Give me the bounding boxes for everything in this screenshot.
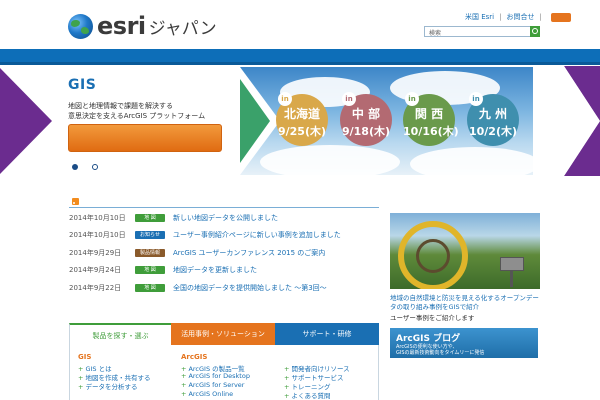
event-region: 北海道 xyxy=(283,107,320,121)
in-badge: in xyxy=(469,92,483,106)
tab-products[interactable]: 製品を探す・選ぶ xyxy=(69,323,171,345)
event-region: 中 部 xyxy=(351,107,381,121)
news-date: 2014年9月29日 xyxy=(69,249,122,257)
tab-solutions[interactable]: 活用事例・ソリューション xyxy=(171,323,275,345)
column-link[interactable]: データを分析する xyxy=(78,381,137,391)
event-date: 10/2(木) xyxy=(468,125,518,138)
event-circle-kyushu[interactable]: in 九 州 10/2(木) xyxy=(467,92,519,146)
case-study-photo[interactable] xyxy=(390,213,540,289)
search-icon[interactable] xyxy=(530,26,540,37)
event-region: 関 西 xyxy=(414,107,444,121)
news-title-link[interactable]: ArcGIS ユーザーカンファレンス 2015 のご案内 xyxy=(173,248,325,258)
event-date: 9/25(木) xyxy=(277,125,327,138)
contact-link[interactable]: お問合せ xyxy=(506,12,534,22)
news-tag: 製品情報 xyxy=(135,249,165,257)
top-links: 米国 Esri | お問合せ | xyxy=(465,12,571,22)
sign-post xyxy=(510,271,513,287)
news-date: 2014年9月24日 xyxy=(69,266,122,274)
event-circle-hokkaido[interactable]: in 北海道 9/25(木) xyxy=(276,92,328,146)
carousel-prev-arrow[interactable] xyxy=(0,68,52,174)
divider: | xyxy=(499,13,502,21)
in-badge: in xyxy=(405,92,419,106)
column-heading-arcgis: ArcGIS xyxy=(181,353,208,361)
news-item[interactable]: 2014年10月10日 地 図 新しい地図データを公開しました xyxy=(69,212,379,224)
case-study-link[interactable]: 地域の自然環境と防災を見える化するオープンデータの取り組み事例をGISで紹介 xyxy=(390,294,540,312)
hero-line-1: 地図と地理情報で課題を解決する xyxy=(68,102,173,110)
search-box[interactable]: 検索 xyxy=(424,26,540,37)
hero-title: GIS xyxy=(68,77,97,93)
search-input[interactable]: 検索 xyxy=(429,28,441,37)
news-tag: 地 図 xyxy=(135,214,165,222)
wheel-hub xyxy=(416,239,450,273)
news-date: 2014年10月10日 xyxy=(69,231,126,239)
cloud xyxy=(410,147,533,175)
cloud xyxy=(260,145,400,175)
news-item[interactable]: 2014年9月29日 製品情報 ArcGIS ユーザーカンファレンス 2015 … xyxy=(69,247,379,259)
carousel-dot-1[interactable] xyxy=(72,164,78,170)
in-badge: in xyxy=(278,92,292,106)
banner-arrow-shape xyxy=(240,67,280,175)
logo-word: esri xyxy=(97,12,146,40)
in-badge: in xyxy=(342,92,356,106)
us-esri-link[interactable]: 米国 Esri xyxy=(465,12,494,22)
case-study-text: ユーザー事例をご紹介します xyxy=(390,314,475,322)
column-heading-gis: GIS xyxy=(78,353,92,361)
news-title-link[interactable]: 新しい地図データを公開しました xyxy=(173,213,278,223)
news-title-link[interactable]: 地図データを更新しました xyxy=(173,265,257,275)
column-link[interactable]: ArcGIS for Server xyxy=(181,381,244,389)
cart-button[interactable] xyxy=(550,12,571,22)
hero-cta-button[interactable] xyxy=(68,124,222,152)
news-item[interactable]: 2014年9月22日 地 図 全国の地図データを提供開始しました 〜第3回〜 xyxy=(69,282,379,294)
column-link[interactable]: ArcGIS for Desktop xyxy=(181,372,250,380)
column-link[interactable]: よくある質問 xyxy=(284,390,330,400)
logo-japan-text: ジャパン xyxy=(148,18,217,39)
hero-line-2: 意思決定を支えるArcGIS プラットフォーム xyxy=(68,112,206,120)
event-banner[interactable]: in 北海道 9/25(木) in 中 部 9/18(木) in 関 西 10/… xyxy=(240,67,533,175)
event-date: 10/16(木) xyxy=(403,125,459,138)
news-tag: 地 図 xyxy=(135,266,165,274)
news-item[interactable]: 2014年9月24日 地 図 地図データを更新しました xyxy=(69,264,379,276)
news-date: 2014年10月10日 xyxy=(69,214,126,222)
rss-icon[interactable] xyxy=(72,198,79,205)
divider: | xyxy=(539,13,542,21)
carousel-dot-2[interactable] xyxy=(92,164,98,170)
event-circle-chubu[interactable]: in 中 部 9/18(木) xyxy=(340,92,392,146)
carousel-next-arrow[interactable] xyxy=(548,66,600,176)
news-divider xyxy=(69,207,379,208)
news-date: 2014年9月22日 xyxy=(69,284,122,292)
tab-support[interactable]: サポート・研修 xyxy=(275,323,379,345)
event-region: 九 州 xyxy=(478,107,508,121)
news-item[interactable]: 2014年10月10日 お知らせ ユーザー事例紹介ページに新しい事例を追加しまし… xyxy=(69,229,379,241)
news-title-link[interactable]: 全国の地図データを提供開始しました 〜第3回〜 xyxy=(173,283,327,293)
blog-subtitle-2: GISの最新技術動向をタイムリーに発信 xyxy=(396,350,485,356)
esri-logo[interactable]: esri ジャパン xyxy=(68,12,217,40)
column-link[interactable]: ArcGIS Online xyxy=(181,390,233,398)
globe-icon xyxy=(68,13,93,39)
event-circle-kansai[interactable]: in 関 西 10/16(木) xyxy=(403,92,459,146)
blog-title: ArcGIS ブログ xyxy=(396,334,461,344)
global-navbar xyxy=(0,49,600,65)
news-tag: 地 図 xyxy=(135,284,165,292)
news-title-link[interactable]: ユーザー事例紹介ページに新しい事例を追加しました xyxy=(173,230,341,240)
arcgis-blog-banner[interactable]: ArcGIS ブログ ArcGISの便利な使い方や、 GISの最新技術動向をタイ… xyxy=(390,328,538,358)
news-tag: お知らせ xyxy=(135,231,165,239)
sign-board xyxy=(500,257,524,271)
event-date: 9/18(木) xyxy=(341,125,391,138)
